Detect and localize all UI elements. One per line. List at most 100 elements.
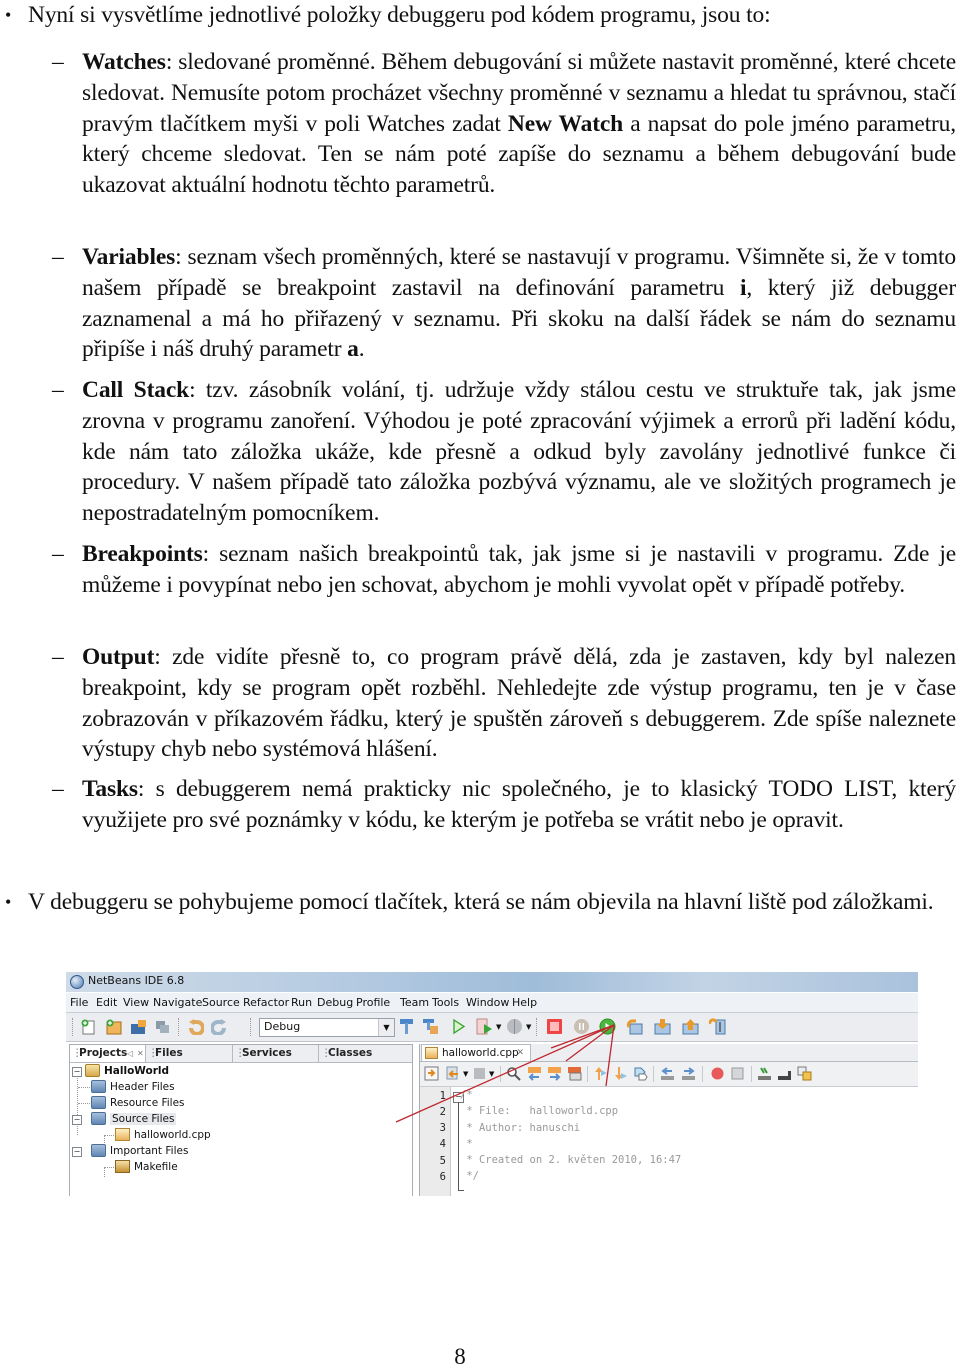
tab-files[interactable]: Files <box>146 1045 233 1062</box>
find-previous-icon[interactable] <box>527 1066 542 1081</box>
menu-edit[interactable]: Edit <box>96 996 117 1009</box>
tab-projects[interactable]: Projects ◁ ✕ <box>70 1045 146 1062</box>
toggle-highlight-icon[interactable] <box>567 1066 582 1081</box>
profile-icon[interactable] <box>506 1018 523 1035</box>
forward-icon[interactable] <box>472 1066 487 1081</box>
configuration-select[interactable]: Debug ▼ <box>259 1018 395 1037</box>
last-edit-icon[interactable] <box>424 1066 439 1081</box>
clean-build-icon[interactable] <box>422 1018 439 1035</box>
variables-text-end: . <box>358 336 365 363</box>
tree-guide <box>104 1135 114 1136</box>
forward-dropdown-icon[interactable]: ▼ <box>489 1070 494 1078</box>
tree-label: halloworld.cpp <box>134 1129 211 1141</box>
close-project-icon[interactable] <box>154 1018 171 1035</box>
tab-services-label: Services <box>242 1047 292 1059</box>
debug-project-icon[interactable] <box>476 1018 493 1035</box>
menu-debug[interactable]: Debug <box>317 996 353 1009</box>
shift-left-icon[interactable] <box>660 1066 675 1081</box>
bullet-marker: • <box>5 892 12 912</box>
build-icon[interactable] <box>398 1018 415 1035</box>
step-into-icon[interactable] <box>654 1018 671 1035</box>
projects-panel: Projects ◁ ✕ Files Services Classes − Ha… <box>69 1044 413 1196</box>
tree-item-halloworld-cpp[interactable]: halloworld.cpp <box>115 1127 211 1143</box>
intro-text: Nyní si vysvětlíme jednotlivé položky de… <box>28 2 771 28</box>
stop-macro-recording-icon[interactable] <box>730 1066 745 1081</box>
menu-run[interactable]: Run <box>291 996 312 1009</box>
tree-guide <box>104 1167 105 1177</box>
line-number-gutter: 1 2 3 4 5 6 <box>420 1087 451 1196</box>
tree-item-header-files[interactable]: Header Files <box>91 1079 175 1095</box>
tab-classes-label: Classes <box>328 1047 373 1059</box>
find-next-icon[interactable] <box>547 1066 562 1081</box>
menu-help[interactable]: Help <box>512 996 537 1009</box>
tree-item-project[interactable]: HalloWorld <box>85 1063 169 1079</box>
back-dropdown-icon[interactable]: ▼ <box>463 1070 468 1078</box>
previous-bookmark-icon[interactable] <box>593 1066 608 1081</box>
comment-icon[interactable] <box>757 1066 772 1081</box>
macro-icon[interactable] <box>797 1066 812 1081</box>
term-tasks: Tasks <box>82 776 138 802</box>
new-file-icon[interactable] <box>80 1018 97 1035</box>
undo-icon[interactable] <box>187 1018 204 1035</box>
continue-icon[interactable] <box>599 1018 616 1035</box>
find-selection-icon[interactable] <box>506 1066 521 1081</box>
tab-classes[interactable]: Classes <box>319 1045 412 1062</box>
next-bookmark-icon[interactable] <box>613 1066 628 1081</box>
close-icon[interactable]: ✕ <box>137 1045 144 1062</box>
tab-halloworld-cpp[interactable]: halloworld.cpp ✕ <box>421 1044 531 1061</box>
run-icon[interactable] <box>450 1018 467 1035</box>
code-line: * File: halloworld.cpp <box>460 1105 619 1118</box>
code-editor[interactable]: /* * File: halloworld.cpp * Author: hanu… <box>460 1087 681 1185</box>
output-text: : zde vidíte přesně to, co program právě… <box>82 644 956 763</box>
tree-item-makefile[interactable]: Makefile <box>115 1159 178 1175</box>
back-icon[interactable] <box>446 1066 461 1081</box>
dash-marker: – <box>52 644 64 670</box>
folder-icon <box>91 1112 106 1125</box>
menu-tools[interactable]: Tools <box>432 996 459 1009</box>
menu-team[interactable]: Team <box>400 996 429 1009</box>
shift-right-icon[interactable] <box>681 1066 696 1081</box>
editor-tabs: halloworld.cpp ✕ <box>420 1044 918 1062</box>
menu-window[interactable]: Window <box>466 996 509 1009</box>
debug-dropdown-icon[interactable]: ▼ <box>496 1023 501 1031</box>
open-project-icon[interactable] <box>130 1018 147 1035</box>
tree-label: Resource Files <box>110 1097 185 1109</box>
tree-item-resource-files[interactable]: Resource Files <box>91 1095 185 1111</box>
menu-view[interactable]: View <box>123 996 149 1009</box>
menu-navigate[interactable]: Navigate <box>153 996 202 1009</box>
new-project-icon[interactable] <box>105 1018 122 1035</box>
tree-item-important-files[interactable]: Important Files <box>91 1143 188 1159</box>
toggle-bookmark-icon[interactable] <box>633 1066 648 1081</box>
step-out-icon[interactable] <box>682 1018 699 1035</box>
uncomment-icon[interactable] <box>777 1066 792 1081</box>
minimize-icon[interactable]: ◁ <box>127 1045 133 1062</box>
collapse-toggle[interactable]: − <box>72 1067 82 1077</box>
menu-profile[interactable]: Profile <box>356 996 390 1009</box>
tab-files-label: Files <box>155 1047 183 1059</box>
collapse-toggle[interactable]: − <box>72 1147 82 1157</box>
start-macro-recording-icon[interactable] <box>710 1066 725 1081</box>
chevron-down-icon[interactable]: ▼ <box>378 1019 394 1036</box>
cpp-file-icon <box>115 1128 130 1141</box>
menu-file[interactable]: File <box>70 996 88 1009</box>
tree-item-source-files[interactable]: Source Files <box>91 1111 177 1127</box>
close-icon[interactable]: ✕ <box>516 1045 524 1061</box>
main-toolbar: Debug ▼ ▼ ▼ <box>66 1013 918 1042</box>
tab-services[interactable]: Services <box>233 1045 319 1062</box>
tree-guide <box>78 1087 90 1088</box>
run-to-cursor-icon[interactable] <box>709 1018 726 1035</box>
item-call-stack: – Call Stack: tzv. zásobník volání, tj. … <box>52 375 956 529</box>
redo-icon[interactable] <box>211 1018 228 1035</box>
line-number: 4 <box>439 1138 446 1150</box>
profile-dropdown-icon[interactable]: ▼ <box>526 1023 531 1031</box>
collapse-toggle[interactable]: − <box>72 1115 82 1125</box>
menu-source[interactable]: Source <box>202 996 240 1009</box>
fold-guide-end <box>458 1190 464 1191</box>
term-variables: Variables <box>82 244 176 270</box>
tree-label: HalloWorld <box>104 1065 169 1077</box>
pause-icon[interactable] <box>573 1018 590 1035</box>
menu-refactor[interactable]: Refactor <box>243 996 289 1009</box>
folder-icon <box>91 1080 106 1093</box>
finish-debugger-session-icon[interactable] <box>546 1018 563 1035</box>
step-over-icon[interactable] <box>626 1018 643 1035</box>
